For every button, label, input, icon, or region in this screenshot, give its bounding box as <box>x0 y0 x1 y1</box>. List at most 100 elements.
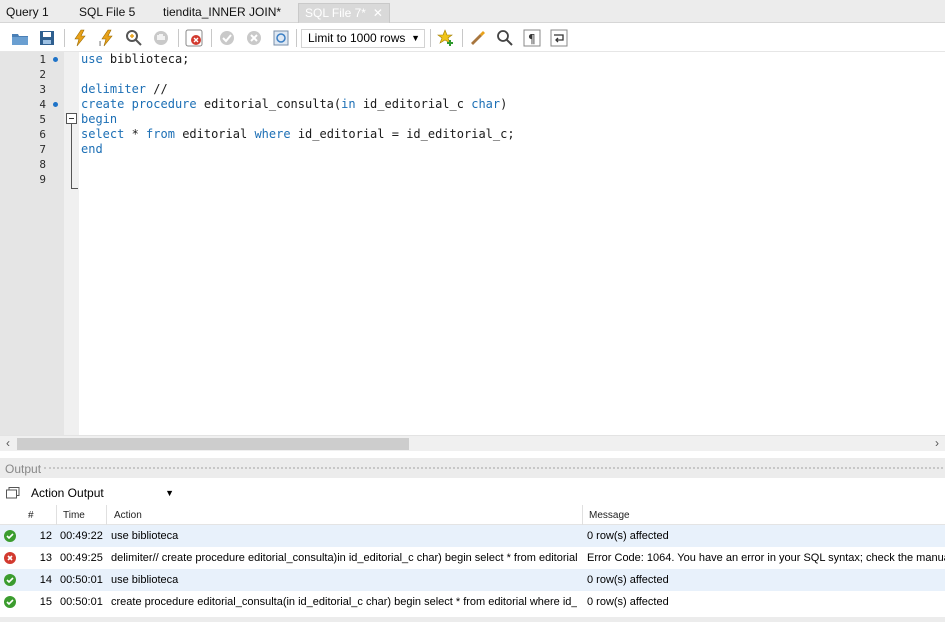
invisible-chars-icon[interactable]: ¶ <box>522 28 542 48</box>
row-time: 00:50:01 <box>60 596 103 608</box>
fold-toggle-icon[interactable] <box>66 113 77 124</box>
scrollbar-thumb[interactable] <box>17 438 409 450</box>
row-number: 13 <box>39 552 52 564</box>
execute-current-icon[interactable]: I <box>97 28 117 48</box>
svg-text:I: I <box>99 40 101 47</box>
row-number: 12 <box>39 530 52 542</box>
toolbar-separator <box>296 29 297 47</box>
beautify-icon[interactable] <box>468 28 488 48</box>
row-message: 0 row(s) affected <box>587 530 669 542</box>
chevron-down-icon: ▼ <box>165 488 174 498</box>
toolbar-separator <box>430 29 431 47</box>
execute-icon[interactable] <box>70 28 90 48</box>
fold-margin <box>64 52 79 435</box>
code-line: select * from editorial where id_editori… <box>81 127 515 141</box>
column-header-message[interactable]: Message <box>589 510 630 521</box>
output-type-select[interactable]: Action Output ▼ <box>26 484 176 503</box>
output-toolbar: Action Output ▼ <box>0 479 945 505</box>
row-action: use biblioteca <box>111 574 179 586</box>
editor-toolbar: I Limit to 1000 rows ▼ ¶ <box>0 24 945 52</box>
autocommit-icon[interactable] <box>271 28 291 48</box>
row-message: Error Code: 1064. You have an error in y… <box>587 552 945 564</box>
statement-marker-icon <box>53 57 58 62</box>
wrap-icon[interactable] <box>549 28 569 48</box>
tab-label: SQL File 7* <box>305 6 366 20</box>
row-time: 00:49:25 <box>60 552 103 564</box>
line-number: 9 <box>39 173 46 186</box>
toolbar-separator <box>211 29 212 47</box>
line-number: 1 <box>39 53 46 66</box>
toggle-error-icon[interactable] <box>184 28 204 48</box>
table-row[interactable]: 14 00:50:01 use biblioteca 0 row(s) affe… <box>0 569 945 591</box>
line-number: 3 <box>39 83 46 96</box>
column-header-number[interactable]: # <box>28 510 34 521</box>
output-panel-header: Output <box>0 458 945 478</box>
add-snippet-icon[interactable] <box>436 28 456 48</box>
drag-handle[interactable] <box>44 467 943 470</box>
toolbar-separator <box>462 29 463 47</box>
horizontal-scrollbar[interactable]: ‹ › <box>0 435 945 451</box>
sql-editor[interactable]: 1 2 3 4 5 6 7 8 9 use biblioteca; delimi… <box>0 52 945 435</box>
toolbar-separator <box>64 29 65 47</box>
status-strip <box>0 617 945 622</box>
save-icon[interactable] <box>37 28 57 48</box>
row-action: create procedure editorial_consulta(in i… <box>111 596 577 608</box>
success-icon <box>4 530 16 542</box>
success-icon <box>4 596 16 608</box>
code-line: begin <box>81 112 118 126</box>
scroll-right-icon[interactable]: › <box>929 436 945 452</box>
column-header-time[interactable]: Time <box>63 510 85 521</box>
line-number: 4 <box>39 98 46 111</box>
error-icon <box>4 552 16 564</box>
row-number: 14 <box>39 574 52 586</box>
line-number: 2 <box>39 68 46 81</box>
tab-sql-file-7[interactable]: SQL File 7* ✕ <box>298 3 390 23</box>
column-header-action[interactable]: Action <box>114 510 142 521</box>
line-number: 8 <box>39 158 46 171</box>
row-action: delimiter// create procedure editorial_c… <box>111 552 577 564</box>
explain-icon[interactable] <box>124 28 144 48</box>
commit-icon[interactable] <box>217 28 237 48</box>
tab-tiendita-inner-join[interactable]: tiendita_INNER JOIN* <box>157 3 287 23</box>
column-separator <box>56 505 57 525</box>
statement-marker-icon <box>53 102 58 107</box>
svg-text:¶: ¶ <box>528 32 536 46</box>
row-time: 00:49:22 <box>60 530 103 542</box>
table-row[interactable]: 13 00:49:25 delimiter// create procedure… <box>0 547 945 569</box>
grid-header: # Time Action Message <box>0 505 945 525</box>
output-type-label: Action Output <box>31 486 104 500</box>
code-line: create procedure editorial_consulta(in i… <box>81 97 508 111</box>
open-folder-icon[interactable] <box>10 28 30 48</box>
rollback-icon[interactable] <box>244 28 264 48</box>
limit-rows-label: Limit to 1000 rows <box>308 31 406 45</box>
stop-icon[interactable] <box>151 28 171 48</box>
tab-label: tiendita_INNER JOIN* <box>163 5 282 19</box>
scroll-left-icon[interactable]: ‹ <box>0 436 16 452</box>
output-title: Output <box>5 462 42 476</box>
code-line: use biblioteca; <box>81 52 190 66</box>
tab-label: Query 1 <box>6 5 49 19</box>
tab-query-1[interactable]: Query 1 <box>0 3 55 23</box>
action-output-grid: # Time Action Message 12 00:49:22 use bi… <box>0 505 945 622</box>
row-action: use biblioteca <box>111 530 179 542</box>
tab-sql-file-5[interactable]: SQL File 5 <box>73 3 141 23</box>
table-row[interactable]: 15 00:50:01 create procedure editorial_c… <box>0 591 945 613</box>
row-message: 0 row(s) affected <box>587 574 669 586</box>
table-row[interactable]: 12 00:49:22 use biblioteca 0 row(s) affe… <box>0 525 945 547</box>
limit-rows-select[interactable]: Limit to 1000 rows ▼ <box>301 29 425 48</box>
success-icon <box>4 574 16 586</box>
tab-bar: Query 1 SQL File 5 tiendita_INNER JOIN* … <box>0 0 945 23</box>
copy-icon[interactable] <box>6 487 20 499</box>
fold-line <box>71 124 72 188</box>
close-tab-icon[interactable]: ✕ <box>373 4 383 22</box>
chevron-down-icon: ▼ <box>411 33 420 43</box>
code-line: delimiter // <box>81 82 168 96</box>
column-separator <box>582 505 583 525</box>
row-time: 00:50:01 <box>60 574 103 586</box>
toolbar-separator <box>178 29 179 47</box>
line-number: 7 <box>39 143 46 156</box>
row-message: 0 row(s) affected <box>587 596 669 608</box>
line-number: 5 <box>39 113 46 126</box>
find-icon[interactable] <box>495 28 515 48</box>
line-number: 6 <box>39 128 46 141</box>
